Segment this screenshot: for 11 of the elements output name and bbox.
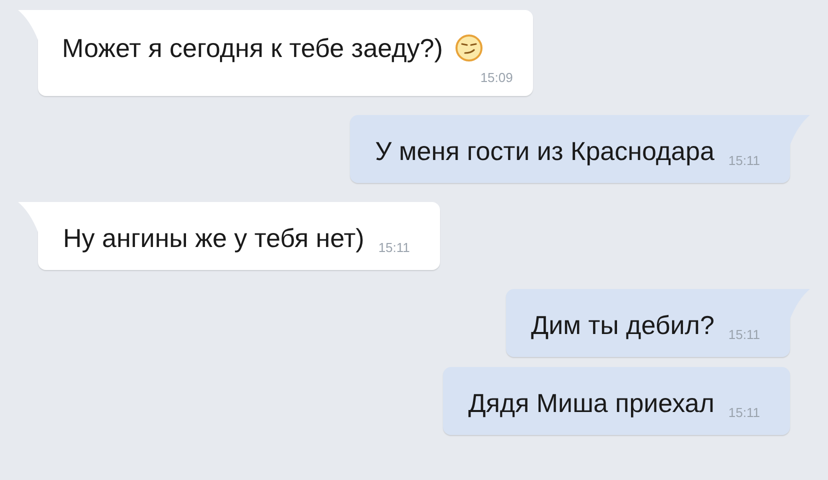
message-time: 15:11 [378, 239, 410, 257]
message-text: Дим ты дебил? [530, 308, 714, 340]
message-time: 15:11 [728, 404, 760, 422]
message-text: Ну ангины же у тебя нет) [63, 222, 364, 254]
message-time: 15:09 [480, 69, 513, 87]
smirking-face-icon [454, 34, 483, 62]
message-text: Может я сегодня к тебе заеду?) [62, 32, 443, 64]
message-time: 15:11 [728, 326, 760, 344]
message-time: 15:11 [728, 152, 760, 170]
message-text: Дядя Миша приехал [468, 386, 714, 418]
message-text: У меня гости из Краснодара [375, 134, 714, 166]
